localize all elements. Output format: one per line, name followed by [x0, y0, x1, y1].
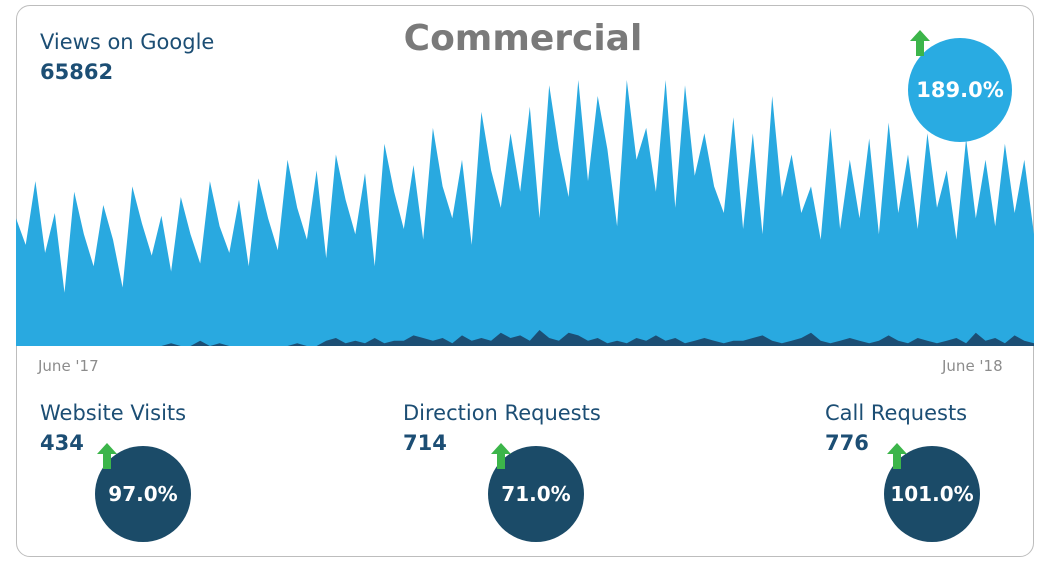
- up-arrow-icon: [887, 443, 907, 469]
- axis-end-label: June '18: [942, 357, 1003, 375]
- website-visits-change-value: 97.0%: [108, 482, 178, 506]
- direction-requests-label: Direction Requests: [403, 401, 601, 425]
- call-requests-value: 776: [825, 431, 869, 455]
- call-requests-change-value: 101.0%: [890, 482, 974, 506]
- website-visits-label: Website Visits: [40, 401, 187, 425]
- views-change-value: 189.0%: [916, 78, 1004, 102]
- views-area-chart: [16, 80, 1034, 346]
- up-arrow-icon: [491, 443, 511, 469]
- axis-start-label: June '17: [38, 357, 99, 375]
- up-arrow-icon: [910, 30, 930, 56]
- page-title: Commercial: [403, 18, 643, 59]
- direction-requests-value: 714: [403, 431, 447, 455]
- direction-requests-change-value: 71.0%: [501, 482, 571, 506]
- website-visits-value: 434: [40, 431, 84, 455]
- up-arrow-icon: [97, 443, 117, 469]
- views-area-series: [16, 80, 1034, 346]
- call-requests-label: Call Requests: [825, 401, 968, 425]
